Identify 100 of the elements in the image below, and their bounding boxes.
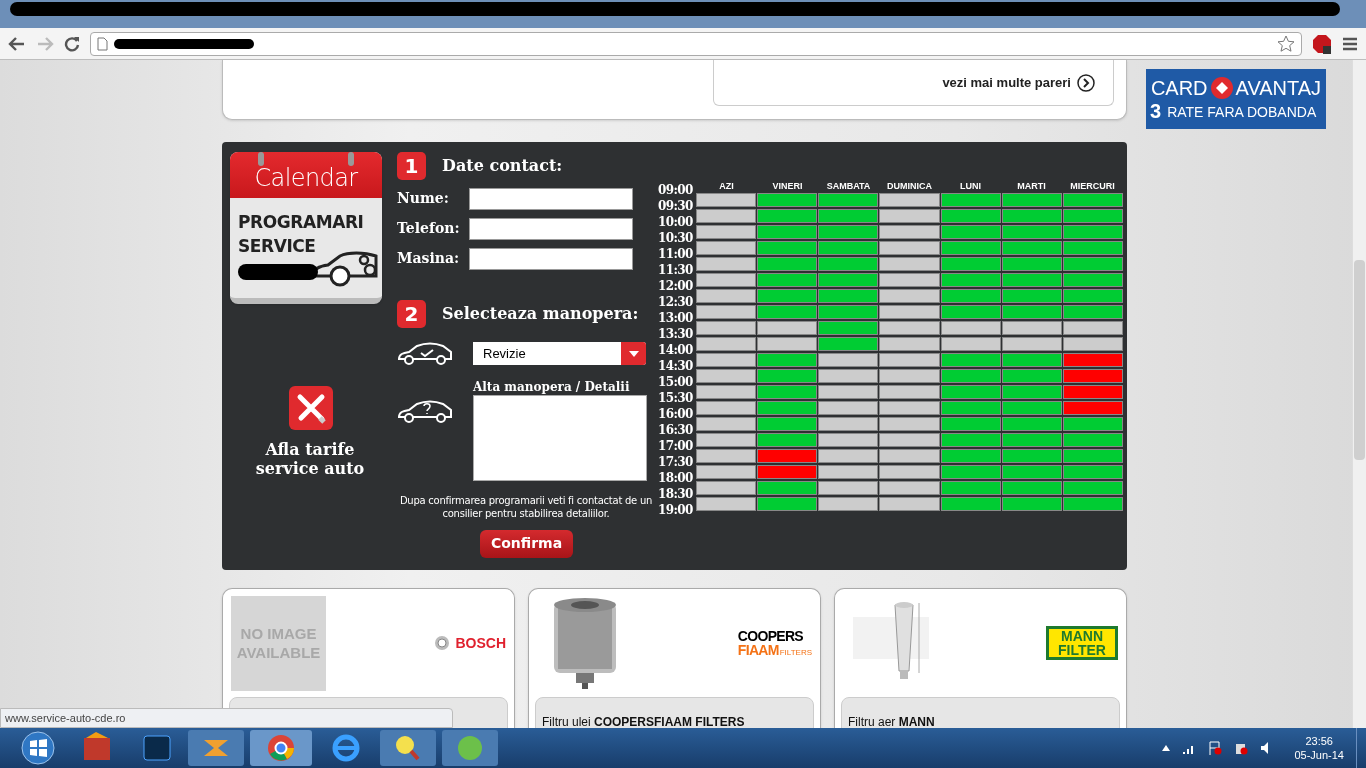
- star-icon[interactable]: [1277, 34, 1295, 53]
- product-caption[interactable]: Filtru ulei COOPERSFIAAM FILTERS: [542, 715, 745, 728]
- tray-arrow-icon[interactable]: [1162, 745, 1171, 751]
- time-slot[interactable]: [1062, 192, 1123, 207]
- time-slot[interactable]: [757, 288, 818, 303]
- time-slot[interactable]: [1062, 288, 1123, 303]
- time-slot[interactable]: [1001, 448, 1062, 463]
- confirm-button[interactable]: Confirma: [480, 529, 573, 558]
- time-slot[interactable]: [818, 240, 879, 255]
- time-slot[interactable]: [1001, 304, 1062, 319]
- time-slot[interactable]: [757, 480, 818, 495]
- time-slot[interactable]: [1001, 256, 1062, 271]
- time-slot[interactable]: [1001, 192, 1062, 207]
- time-slot[interactable]: [1001, 208, 1062, 223]
- time-slot[interactable]: [1001, 368, 1062, 383]
- time-slot[interactable]: [757, 352, 818, 367]
- back-icon[interactable]: [8, 35, 26, 52]
- tools-icon[interactable]: [289, 385, 333, 430]
- product-caption[interactable]: Filtru aer MANN: [848, 715, 935, 728]
- time-slot[interactable]: [940, 288, 1001, 303]
- time-slot[interactable]: [757, 240, 818, 255]
- time-slot[interactable]: [757, 256, 818, 271]
- input-field[interactable]: [469, 217, 633, 240]
- time-slot[interactable]: [757, 496, 818, 511]
- time-slot[interactable]: [1001, 352, 1062, 367]
- product-card[interactable]: COOPERS FIAAMFILTERS Filtru ulei COOPERSFIAAM FILTERS: [528, 588, 821, 728]
- time-slot[interactable]: [940, 400, 1001, 415]
- time-slot[interactable]: [940, 352, 1001, 367]
- input-field[interactable]: [469, 247, 633, 270]
- card-ad[interactable]: CARD AVANTAJ 3 RATE FARA DOBANDA: [1146, 69, 1326, 129]
- prices-link[interactable]: Afla tarife service auto: [245, 439, 375, 478]
- time-slot[interactable]: [757, 224, 818, 239]
- time-slot[interactable]: [818, 272, 879, 287]
- time-slot[interactable]: [1062, 304, 1123, 319]
- time-slot[interactable]: [1001, 464, 1062, 479]
- flag-icon[interactable]: [1208, 741, 1223, 755]
- time-slot[interactable]: [1062, 464, 1123, 479]
- time-slot[interactable]: [757, 384, 818, 399]
- time-slot[interactable]: [940, 448, 1001, 463]
- time-slot[interactable]: [757, 208, 818, 223]
- time-slot[interactable]: [940, 224, 1001, 239]
- time-slot[interactable]: [1001, 272, 1062, 287]
- time-slot[interactable]: [1062, 480, 1123, 495]
- time-slot[interactable]: [940, 256, 1001, 271]
- time-slot[interactable]: [940, 432, 1001, 447]
- time-slot[interactable]: [818, 320, 879, 335]
- time-slot[interactable]: [1062, 240, 1123, 255]
- service-dropdown[interactable]: Revizie: [473, 342, 646, 366]
- time-slot[interactable]: [940, 272, 1001, 287]
- time-slot[interactable]: [818, 224, 879, 239]
- time-slot[interactable]: [818, 336, 879, 351]
- time-slot[interactable]: [940, 384, 1001, 399]
- menu-icon[interactable]: [1342, 36, 1358, 51]
- time-slot[interactable]: [940, 240, 1001, 255]
- power-icon[interactable]: [1234, 741, 1249, 755]
- time-slot[interactable]: [757, 304, 818, 319]
- time-slot[interactable]: [818, 208, 879, 223]
- product-card[interactable]: MANN FILTER Filtru aer MANN: [834, 588, 1127, 728]
- time-slot[interactable]: [1001, 480, 1062, 495]
- time-slot[interactable]: [818, 304, 879, 319]
- time-slot[interactable]: [940, 304, 1001, 319]
- time-slot[interactable]: [757, 192, 818, 207]
- time-slot[interactable]: [818, 256, 879, 271]
- time-slot[interactable]: [1062, 224, 1123, 239]
- time-slot[interactable]: [1062, 256, 1123, 271]
- reload-icon[interactable]: [64, 35, 80, 52]
- time-slot[interactable]: [1001, 496, 1062, 511]
- input-field[interactable]: [469, 187, 633, 210]
- time-slot[interactable]: [757, 368, 818, 383]
- time-slot[interactable]: [757, 416, 818, 431]
- time-slot[interactable]: [940, 192, 1001, 207]
- clock-time[interactable]: 23:56: [1305, 734, 1333, 748]
- time-slot[interactable]: [940, 480, 1001, 495]
- time-slot[interactable]: [1062, 432, 1123, 447]
- time-slot[interactable]: [940, 368, 1001, 383]
- time-slot[interactable]: [1062, 416, 1123, 431]
- time-slot[interactable]: [1062, 448, 1123, 463]
- time-slot[interactable]: [1001, 400, 1062, 415]
- time-slot[interactable]: [1001, 288, 1062, 303]
- chevron-circle-icon[interactable]: [1077, 73, 1095, 92]
- time-slot[interactable]: [1001, 416, 1062, 431]
- time-slot[interactable]: [1062, 272, 1123, 287]
- start-button[interactable]: [20, 730, 56, 766]
- time-slot[interactable]: [1062, 208, 1123, 223]
- time-slot[interactable]: [940, 496, 1001, 511]
- time-slot[interactable]: [1001, 224, 1062, 239]
- time-slot[interactable]: [1001, 384, 1062, 399]
- magnifier-icon[interactable]: [380, 730, 436, 766]
- chrome-icon[interactable]: [250, 730, 312, 766]
- scrollbar[interactable]: [1352, 60, 1366, 728]
- time-slot[interactable]: [818, 288, 879, 303]
- time-slot[interactable]: [940, 208, 1001, 223]
- time-slot[interactable]: [757, 272, 818, 287]
- time-slot[interactable]: [1062, 496, 1123, 511]
- time-slot[interactable]: [940, 416, 1001, 431]
- time-slot[interactable]: [818, 192, 879, 207]
- stop-sign-icon[interactable]: [1312, 33, 1332, 54]
- clock-date[interactable]: 05-Jun-14: [1294, 748, 1344, 762]
- address-bar[interactable]: [90, 31, 1302, 56]
- time-slot[interactable]: [1001, 432, 1062, 447]
